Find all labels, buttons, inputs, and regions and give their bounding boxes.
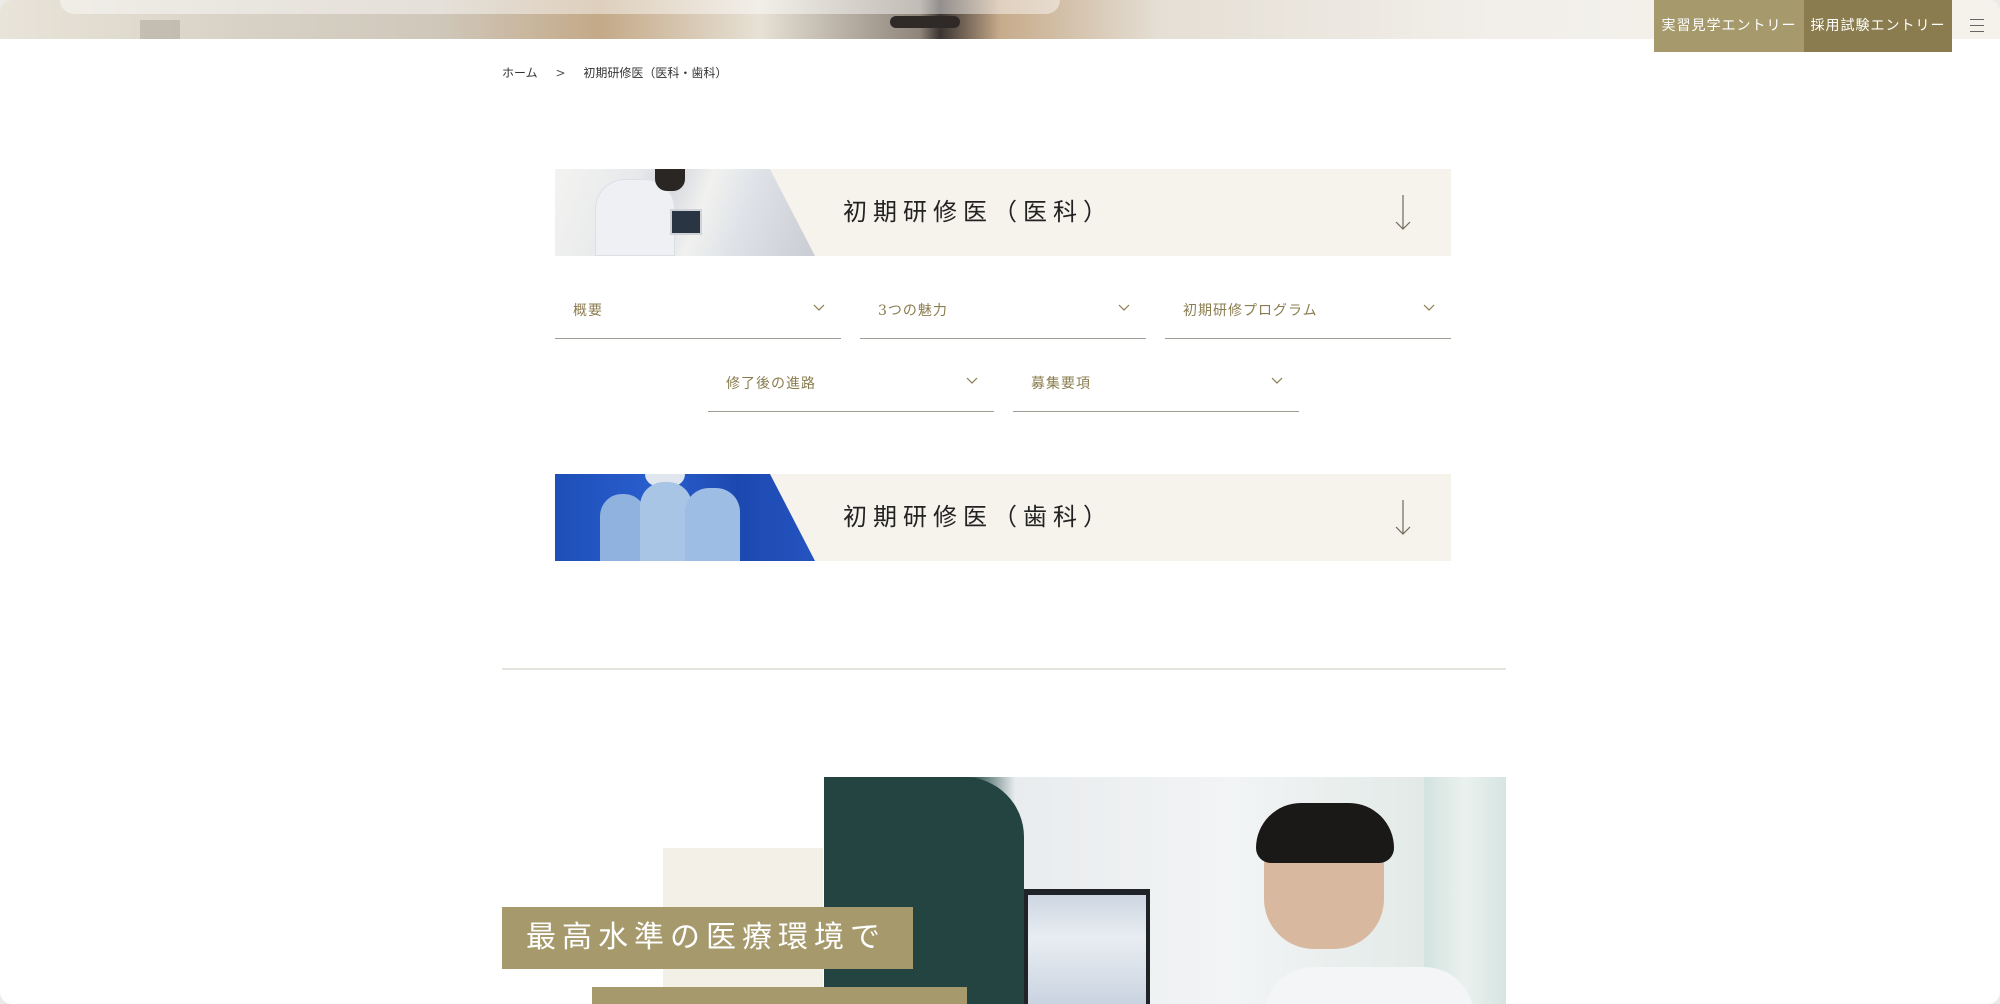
- catchphrase-line-2: [592, 987, 967, 1004]
- chevron-down-icon: [1118, 304, 1130, 311]
- medical-trainee-photo: [555, 169, 815, 256]
- breadcrumb-home-link[interactable]: ホーム: [502, 66, 538, 80]
- section-banner-medical[interactable]: 初期研修医（医科）: [555, 169, 1451, 256]
- dropdown-training-program[interactable]: 初期研修プログラム: [1165, 288, 1451, 339]
- dropdown-recruitment-guidelines[interactable]: 募集要項: [1013, 361, 1299, 412]
- chevron-down-icon: [813, 304, 825, 311]
- dropdown-label: 3つの魅力: [878, 303, 948, 319]
- catchphrase-line-1: 最高水準の医療環境で: [502, 907, 913, 969]
- breadcrumb-current: 初期研修医（医科・歯科）: [583, 66, 728, 80]
- dropdown-career-path[interactable]: 修了後の進路: [708, 361, 994, 412]
- breadcrumb-separator: >: [555, 66, 566, 80]
- dropdown-label: 初期研修プログラム: [1183, 303, 1318, 319]
- dental-surgery-photo: [555, 474, 815, 561]
- doctor-consultation-photo: [824, 777, 1506, 1004]
- arrow-down-icon: [1395, 500, 1411, 535]
- chevron-down-icon: [1423, 304, 1435, 311]
- chevron-down-icon: [966, 377, 978, 384]
- visit-entry-button[interactable]: 実習見学エントリー: [1654, 0, 1804, 52]
- breadcrumb: ホーム > 初期研修医（医科・歯科）: [502, 64, 727, 81]
- hamburger-menu-icon[interactable]: [1966, 16, 1990, 36]
- section-title-medical: 初期研修医（医科）: [843, 198, 1113, 226]
- arrow-down-icon: [1395, 195, 1411, 230]
- dropdown-label: 概要: [573, 303, 603, 319]
- dropdown-overview[interactable]: 概要: [555, 288, 841, 339]
- section-banner-dental[interactable]: 初期研修医（歯科）: [555, 474, 1451, 561]
- dropdown-three-attractions[interactable]: 3つの魅力: [860, 288, 1146, 339]
- exam-entry-button[interactable]: 採用試験エントリー: [1804, 0, 1952, 52]
- dropdown-label: 募集要項: [1031, 376, 1091, 392]
- chevron-down-icon: [1271, 377, 1283, 384]
- page-frame: 実習見学エントリー 採用試験エントリー ホーム > 初期研修医（医科・歯科） 初…: [0, 0, 2000, 1004]
- section-divider: [502, 668, 1506, 670]
- section-title-dental: 初期研修医（歯科）: [843, 503, 1113, 531]
- dropdown-label: 修了後の進路: [726, 376, 816, 392]
